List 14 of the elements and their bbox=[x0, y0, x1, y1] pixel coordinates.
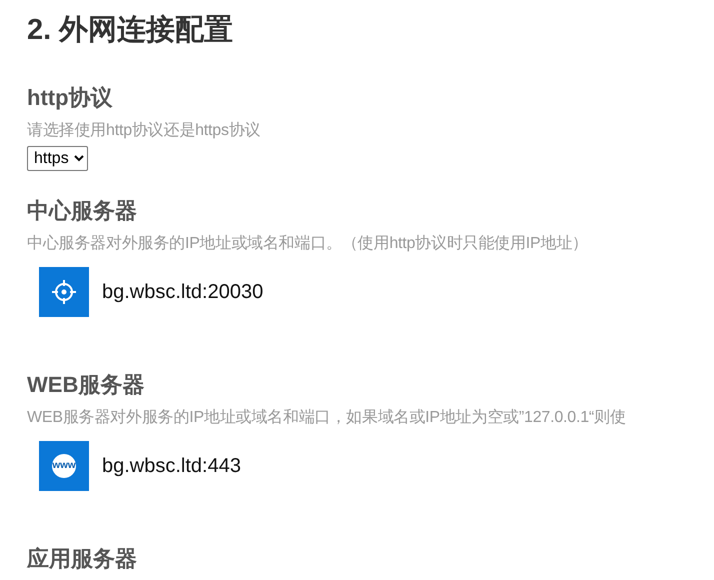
icon-label: www bbox=[52, 460, 76, 472]
section-heading: 应用服务器 bbox=[27, 545, 138, 573]
target-icon bbox=[39, 267, 89, 317]
section-heading: 中心服务器 bbox=[27, 197, 138, 225]
protocol-dropdown[interactable]: https bbox=[27, 146, 88, 171]
page-title: 2. 外网连接配置 bbox=[27, 13, 234, 48]
server-address: bg.wbsc.ltd:20030 bbox=[102, 280, 264, 304]
section-heading: http协议 bbox=[27, 84, 114, 112]
globe-icon bbox=[52, 454, 76, 478]
server-address: bg.wbsc.ltd:443 bbox=[102, 454, 241, 478]
section-description: WEB服务器对外服务的IP地址或域名和端口，如果域名或IP地址为空或”127.0.0.1“则使 bbox=[27, 408, 627, 428]
section-heading: WEB服务器 bbox=[27, 371, 146, 399]
section-description: 请选择使用http协议还是https协议 bbox=[27, 120, 262, 141]
section-description: 中心服务器对外服务的IP地址或域名和端口。（使用http协议时只能使用IP地址） bbox=[27, 234, 589, 254]
